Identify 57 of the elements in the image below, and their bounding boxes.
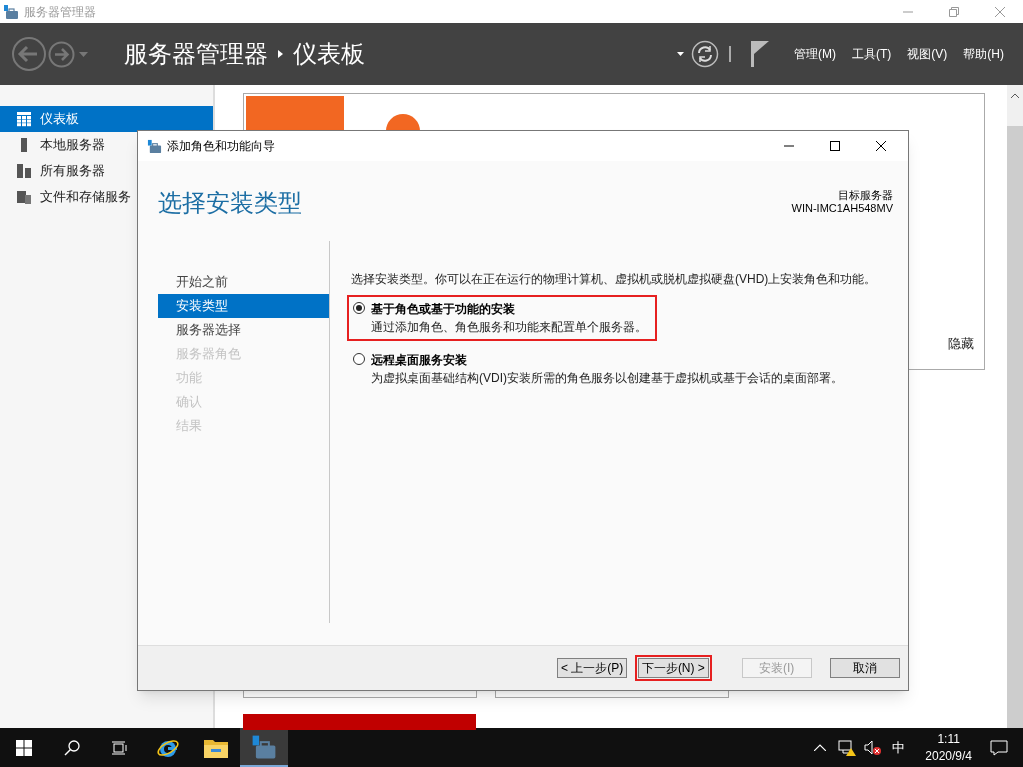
close-icon: [876, 141, 886, 151]
hide-link[interactable]: 隐藏: [948, 334, 974, 354]
sidebar-label: 仪表板: [40, 110, 79, 129]
sidebar-label: 所有服务器: [40, 162, 105, 181]
wizard-step[interactable]: 安装类型: [158, 294, 329, 318]
server-manager-button[interactable]: [240, 728, 288, 767]
wizard-icon: [147, 138, 162, 154]
sidebar-label: 文件和存储服务: [40, 188, 131, 207]
menu-item[interactable]: 管理(M): [794, 45, 836, 63]
option-title[interactable]: 基于角色或基于功能的安装: [371, 300, 647, 318]
windows-logo-icon: [16, 739, 32, 756]
wizard-step[interactable]: 服务器选择: [158, 318, 329, 342]
file-storage-icon: [16, 189, 32, 205]
sidebar-item[interactable]: 所有服务器: [0, 158, 213, 184]
wizard-button[interactable]: 下一步(N) >: [635, 655, 712, 681]
menu-item[interactable]: 视图(V): [907, 45, 948, 63]
folder-icon: [204, 737, 228, 758]
server-manager-icon: [251, 733, 277, 760]
notification-flag-icon[interactable]: [751, 41, 769, 67]
close-icon: [995, 6, 1005, 17]
wizard-step[interactable]: 开始之前: [158, 270, 329, 294]
refresh-icon[interactable]: [691, 40, 719, 68]
sidebar-item[interactable]: 仪表板: [0, 106, 213, 132]
maximize-icon: [830, 141, 840, 151]
menu-item[interactable]: 帮助(H): [963, 45, 1004, 63]
notifications-icon[interactable]: [990, 739, 1008, 756]
option-title[interactable]: 远程桌面服务安装: [371, 351, 843, 369]
sidebar-label: 本地服务器: [40, 136, 105, 155]
dialog-title: 添加角色和功能向导: [167, 138, 275, 155]
page-heading: 选择安装类型: [158, 188, 302, 218]
clock-date: 2020/9/4: [925, 747, 972, 765]
dashboard-grid-icon: [16, 111, 32, 127]
breadcrumb-separator-icon: [278, 50, 283, 58]
window-title: 服务器管理器: [24, 3, 96, 21]
radio-button[interactable]: [353, 353, 365, 365]
server-manager-icon: [3, 3, 19, 20]
breadcrumb-root[interactable]: 服务器管理器: [124, 36, 268, 72]
option-description: 为虚拟桌面基础结构(VDI)安装所需的角色服务以创建基于虚拟机或基于会话的桌面部署。: [371, 370, 843, 387]
clock[interactable]: 1:11 2020/9/4: [925, 730, 972, 765]
task-view-icon: [112, 740, 128, 755]
scroll-up-icon[interactable]: [1011, 93, 1019, 98]
target-server-name: WIN-IMC1AH548MV: [791, 202, 893, 215]
dropdown-caret-icon[interactable]: [677, 52, 684, 56]
restore-icon: [949, 6, 959, 17]
speaker-muted-icon[interactable]: [864, 739, 883, 756]
clock-time: 1:11: [937, 730, 960, 748]
target-server-label: 目标服务器: [838, 189, 893, 202]
input-method-indicator[interactable]: 中: [892, 737, 906, 758]
option-description: 通过添加角色、角色服务和功能来配置单个服务器。: [371, 319, 647, 336]
radio-button[interactable]: [353, 302, 365, 314]
network-warning-icon[interactable]: [838, 739, 857, 756]
show-hidden-icons-icon[interactable]: [814, 744, 827, 751]
intro-text: 选择安装类型。你可以在正在运行的物理计算机、虚拟机或脱机虚拟硬盘(VHD)上安装角色和功能。: [351, 271, 878, 288]
menu-item[interactable]: 工具(T): [852, 45, 892, 63]
servers-icon: [16, 163, 32, 179]
search-icon: [64, 739, 80, 756]
breadcrumb-current: 仪表板: [293, 39, 365, 69]
